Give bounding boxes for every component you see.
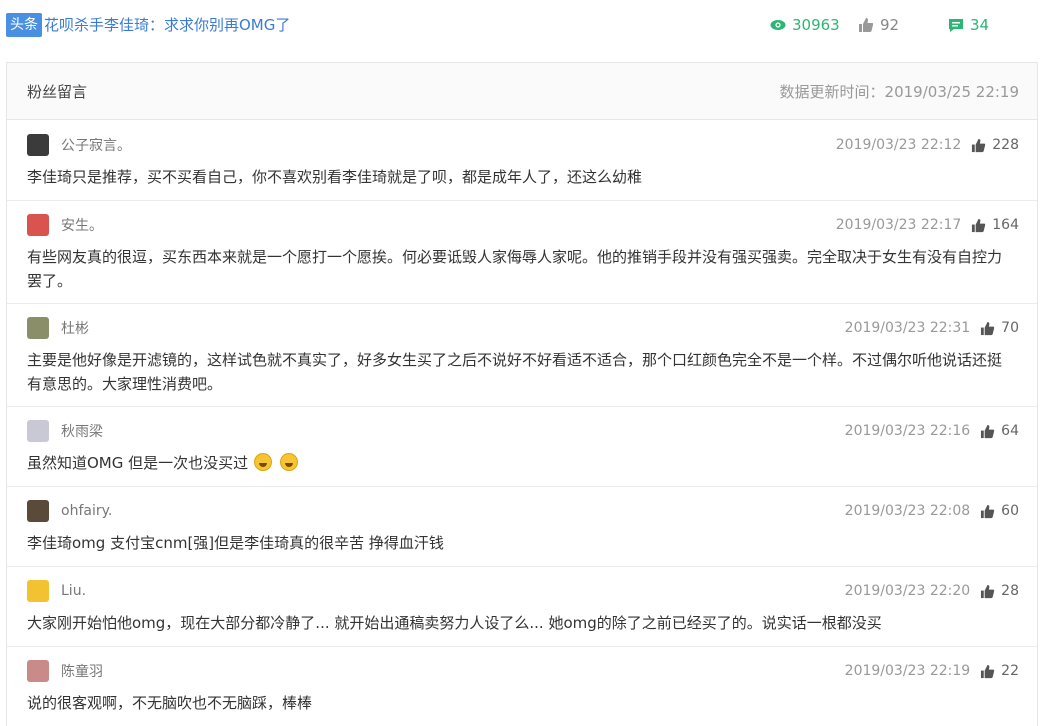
comment-username[interactable]: 秋雨梁: [61, 421, 103, 441]
thumbs-up-icon: [972, 218, 986, 232]
comment-time: 2019/03/23 22:08: [844, 503, 971, 519]
comment-item: 秋雨梁 2019/03/23 22:16 64 虽然知道OMG 但是一次也没买过: [7, 407, 1037, 487]
avatar[interactable]: [27, 317, 49, 339]
comment-time: 2019/03/23 22:19: [844, 663, 971, 679]
eye-icon: [770, 20, 786, 30]
comment-text: 虽然知道OMG 但是一次也没买过: [27, 454, 249, 472]
comment-text: 有些网友真的很逗，买东西本来就是一个愿打一个愿挨。何必要诋毁人家侮辱人家呢。他的…: [27, 248, 1003, 290]
comment-text: 李佳琦只是推荐，买不买看自己，你不喜欢别看李佳琦就是了呗，都是成年人了，还这么幼…: [27, 168, 643, 186]
comment-like-button[interactable]: 64: [980, 423, 1019, 439]
article-header: 头条 花呗杀手李佳琦：求求你别再OMG了 30963 92 34: [0, 0, 1040, 50]
comment-username[interactable]: ohfairy.: [61, 503, 112, 519]
comment-time: 2019/03/23 22:20: [844, 583, 971, 599]
comment-username[interactable]: 公子寂言。: [61, 135, 131, 155]
comment-item: 陈童羽 2019/03/23 22:19 22 说的很客观啊，不无脑吹也不无脑踩，…: [7, 647, 1037, 726]
comment-like-count: 64: [1001, 423, 1019, 439]
comment-time: 2019/03/23 22:31: [844, 320, 971, 336]
comment-username[interactable]: 安生。: [61, 215, 103, 235]
comment-icon: [949, 19, 963, 32]
comment-text: 主要是他好像是开滤镜的，这样试色就不真实了，好多女生买了之后不说好不好看适不适合…: [27, 351, 1003, 393]
comment-like-count: 70: [1001, 320, 1019, 336]
thumbs-up-icon: [972, 138, 986, 152]
avatar[interactable]: [27, 580, 49, 602]
fan-comments-panel: 粉丝留言 数据更新时间：2019/03/25 22:19 公子寂言。 2019/…: [6, 62, 1038, 726]
views-value: 30963: [792, 16, 840, 34]
likes-value: 92: [880, 16, 900, 34]
comments-value: 34: [970, 16, 990, 34]
thumbs-up-icon: [981, 504, 995, 518]
comment-like-button[interactable]: 60: [980, 503, 1019, 519]
comment-like-button[interactable]: 22: [980, 663, 1019, 679]
comment-like-count: 22: [1001, 663, 1019, 679]
avatar[interactable]: [27, 660, 49, 682]
likes-count: 92: [858, 14, 899, 36]
avatar[interactable]: [27, 134, 49, 156]
thumbs-up-icon: [981, 321, 995, 335]
comment-text: 说的很客观啊，不无脑吹也不无脑踩，棒棒: [27, 694, 313, 712]
comment-like-button[interactable]: 28: [980, 583, 1019, 599]
panel-header: 粉丝留言 数据更新时间：2019/03/25 22:19: [7, 63, 1037, 120]
comment-username[interactable]: 陈童羽: [61, 661, 103, 681]
panel-title: 粉丝留言: [27, 83, 88, 101]
comment-like-button[interactable]: 228: [971, 137, 1019, 153]
comment-text: 李佳琦omg 支付宝cnm[强]但是李佳琦真的很辛苦 挣得血汗钱: [27, 534, 444, 552]
avatar[interactable]: [27, 214, 49, 236]
comment-item: 杜彬 2019/03/23 22:31 70 主要是他好像是开滤镜的，这样试色就不…: [7, 304, 1037, 407]
category-tag: 头条: [6, 13, 42, 37]
comment-like-button[interactable]: 164: [971, 217, 1019, 233]
comment-item: 安生。 2019/03/23 22:17 164 有些网友真的很逗，买东西本来就是…: [7, 201, 1037, 304]
article-title-link[interactable]: 花呗杀手李佳琦：求求你别再OMG了: [44, 14, 290, 36]
comment-text-wrapper: 虽然知道OMG 但是一次也没买过: [27, 451, 1013, 475]
data-updated-time: 数据更新时间：2019/03/25 22:19: [779, 83, 1019, 101]
laughing-emoji-icon: [280, 453, 299, 471]
thumbs-up-icon: [859, 18, 874, 32]
comments-count: 34: [948, 14, 989, 36]
laughing-emoji-icon: [254, 453, 273, 471]
comment-username[interactable]: Liu.: [61, 583, 86, 599]
comment-item: ohfairy. 2019/03/23 22:08 60 李佳琦omg 支付宝cn…: [7, 487, 1037, 567]
comment-time: 2019/03/23 22:12: [835, 137, 962, 153]
thumbs-up-icon: [981, 424, 995, 438]
comment-like-count: 228: [992, 137, 1019, 153]
avatar[interactable]: [27, 500, 49, 522]
comment-like-count: 60: [1001, 503, 1019, 519]
comment-like-count: 28: [1001, 583, 1019, 599]
comment-like-count: 164: [992, 217, 1019, 233]
comment-like-button[interactable]: 70: [980, 320, 1019, 336]
thumbs-up-icon: [981, 584, 995, 598]
comment-text: 大家刚开始怕他omg，现在大部分都冷静了... 就开始出通稿卖努力人设了么...…: [27, 614, 882, 632]
avatar[interactable]: [27, 420, 49, 442]
comment-username[interactable]: 杜彬: [61, 318, 89, 338]
comment-time: 2019/03/23 22:16: [844, 423, 971, 439]
comment-item: Liu. 2019/03/23 22:20 28 大家刚开始怕他omg，现在大部分…: [7, 567, 1037, 647]
thumbs-up-icon: [981, 664, 995, 678]
comment-time: 2019/03/23 22:17: [835, 217, 962, 233]
comment-item: 公子寂言。 2019/03/23 22:12 228 李佳琦只是推荐，买不买看自己…: [7, 121, 1037, 201]
views-count: 30963: [770, 14, 840, 36]
